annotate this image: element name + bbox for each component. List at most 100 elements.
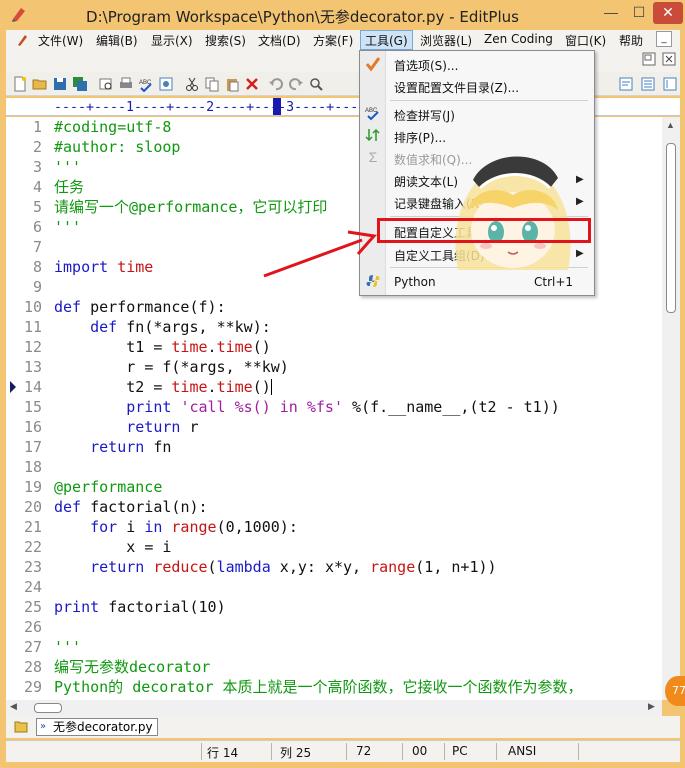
menu-view[interactable]: 显示(X) — [151, 32, 193, 49]
line-number: 1 — [32, 118, 42, 136]
file-tab-bar: » 无参decorator.py — [6, 716, 680, 738]
line-number: 12 — [23, 338, 42, 356]
menu-zen-coding[interactable]: Zen Coding — [484, 32, 553, 46]
status-char-code: 00 — [412, 744, 428, 758]
restore-icon[interactable] — [642, 52, 656, 66]
menu-item-preferences[interactable]: 首选项(S)... — [394, 57, 458, 74]
line-number: 8 — [32, 258, 42, 276]
code-text: print 'call %s() in %fs' %(f.__name__,(t… — [126, 398, 560, 416]
line-number: 29 — [23, 678, 42, 696]
code-text: return fn — [90, 438, 172, 456]
line-number: 5 — [32, 198, 42, 216]
line-number: 3 — [32, 158, 42, 176]
scroll-up-arrow[interactable]: ▲ — [666, 120, 675, 130]
line-number: 4 — [32, 178, 42, 196]
line-number: 27 — [23, 638, 42, 656]
undo-icon[interactable] — [268, 76, 284, 92]
print-icon[interactable] — [118, 76, 134, 92]
horizontal-scroll-thumb[interactable] — [34, 703, 62, 713]
menu-search[interactable]: 搜索(S) — [205, 32, 246, 49]
file-tab-active[interactable]: » 无参decorator.py — [36, 718, 158, 736]
paste-icon[interactable] — [224, 76, 240, 92]
vertical-scroll-thumb[interactable] — [666, 143, 676, 313]
line-number: 13 — [23, 358, 42, 376]
line-number-toggle-icon[interactable] — [662, 76, 678, 92]
menu-edit[interactable]: 编辑(B) — [96, 32, 138, 49]
status-separator — [201, 743, 202, 760]
menu-document[interactable]: 文档(D) — [258, 32, 301, 49]
code-text: r = f(*args, **kw) — [126, 358, 289, 376]
save-all-icon[interactable] — [72, 76, 88, 92]
line-number: 26 — [23, 618, 42, 636]
code-text: ''' — [54, 638, 82, 656]
sort-icon — [365, 128, 380, 142]
menu-project[interactable]: 方案(F) — [313, 32, 353, 49]
spellcheck-toolbar-icon[interactable]: ABC — [138, 76, 154, 92]
scroll-left-arrow[interactable]: ◀ — [10, 701, 17, 712]
code-text: 编写无参数decorator — [54, 658, 211, 676]
anime-character-sticker — [455, 156, 571, 270]
horizontal-scrollbar[interactable]: ◀ ▶ — [6, 700, 662, 716]
checkmark-icon — [365, 57, 381, 72]
menu-help[interactable]: 帮助 — [619, 32, 643, 49]
scroll-right-arrow[interactable]: ▶ — [648, 701, 655, 712]
code-text: #author: sloop — [54, 138, 181, 156]
new-file-icon[interactable] — [12, 76, 28, 92]
delete-icon[interactable] — [244, 76, 260, 92]
code-text: return r — [126, 418, 199, 436]
status-separator — [402, 743, 403, 760]
minimize-button[interactable]: — — [598, 2, 624, 24]
folder-icon[interactable] — [14, 720, 28, 733]
document-pen-icon[interactable] — [16, 33, 28, 47]
line-number: 11 — [23, 318, 42, 336]
redo-icon[interactable] — [288, 76, 304, 92]
line-number: 19 — [23, 478, 42, 496]
menu-item-python[interactable]: Python — [394, 275, 436, 289]
open-folder-icon[interactable] — [32, 76, 48, 92]
code-text: import time — [54, 258, 154, 276]
line-number: 28 — [23, 658, 42, 676]
close-doc-icon[interactable] — [662, 52, 676, 66]
find-icon[interactable] — [308, 76, 324, 92]
code-text: def performance(f): — [54, 298, 226, 316]
status-separator — [444, 743, 445, 760]
menu-file[interactable]: 文件(W) — [38, 32, 83, 49]
current-line-marker-icon — [10, 381, 16, 393]
status-line-ending[interactable]: PC — [452, 744, 468, 758]
cut-icon[interactable] — [184, 76, 200, 92]
line-number: 16 — [23, 418, 42, 436]
line-number: 7 — [32, 238, 42, 256]
line-number: 17 — [23, 438, 42, 456]
menu-window[interactable]: 窗口(K) — [565, 32, 606, 49]
print-preview-icon[interactable] — [98, 76, 114, 92]
browser-icon[interactable] — [158, 76, 174, 92]
close-button[interactable]: ✕ — [653, 2, 683, 24]
code-text: ''' — [54, 218, 82, 236]
code-text: for i in range(0,1000): — [90, 518, 298, 536]
code-text: ''' — [54, 158, 82, 176]
menu-item-spellcheck[interactable]: 检查拼写(J) — [394, 107, 455, 124]
maximize-button[interactable]: ☐ — [626, 2, 652, 24]
save-icon[interactable] — [52, 76, 68, 92]
line-number: 18 — [23, 458, 42, 476]
word-wrap-icon[interactable] — [618, 76, 634, 92]
status-bar: 行 14 列 25 72 00 PC ANSI — [6, 740, 680, 762]
menu-item-config-directory[interactable]: 设置配置文件目录(Z)... — [394, 79, 519, 96]
status-encoding[interactable]: ANSI — [508, 744, 536, 758]
ruler-toggle-icon[interactable] — [640, 76, 656, 92]
vertical-scrollbar[interactable]: ▲ ▼ — [662, 117, 680, 700]
menu-bar: 文件(W) 编辑(B) 显示(X) 搜索(S) 文档(D) 方案(F) 工具(G… — [6, 30, 680, 50]
status-separator — [271, 743, 272, 760]
code-text: Python的 decorator 本质上就是一个高阶函数，它接收一个函数作为参… — [54, 678, 583, 696]
status-separator — [578, 743, 579, 760]
code-text: return reduce(lambda x,y: x*y, range(1, … — [90, 558, 497, 576]
notification-badge[interactable]: 77 — [665, 676, 685, 706]
file-tab-label: 无参decorator.py — [53, 720, 153, 734]
menu-separator — [390, 100, 588, 101]
menu-browser[interactable]: 浏览器(L) — [420, 32, 472, 49]
mdi-minimize-button[interactable]: _ — [656, 31, 672, 47]
status-separator — [346, 743, 347, 760]
spellcheck-icon: ABC — [365, 108, 379, 121]
menu-tools[interactable]: 工具(G) — [360, 30, 413, 50]
copy-icon[interactable] — [204, 76, 220, 92]
